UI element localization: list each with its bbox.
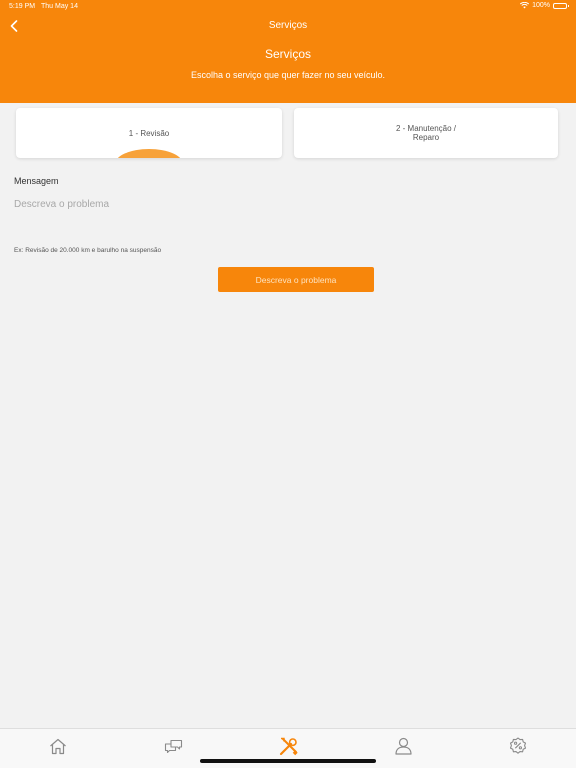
battery-icon <box>553 2 569 9</box>
service-card-manutencao[interactable]: 2 - Manutenção / Reparo <box>294 108 558 158</box>
header: 5:19 PM Thu May 14 100% Serviços Serviço… <box>0 0 576 103</box>
wifi-icon <box>520 2 530 9</box>
submit-button[interactable]: Descreva o problema <box>218 267 374 292</box>
tab-offers[interactable] <box>507 735 529 757</box>
tools-icon <box>279 737 298 755</box>
message-label: Mensagem <box>14 176 59 186</box>
service-card-revisao[interactable]: 1 - Revisão <box>16 108 282 158</box>
tab-profile[interactable] <box>392 735 414 757</box>
tab-services[interactable] <box>277 735 299 757</box>
status-time: 5:19 PM <box>9 3 36 10</box>
service-card-label: 1 - Revisão <box>128 128 170 138</box>
message-input[interactable] <box>14 196 562 212</box>
home-indicator <box>200 759 376 763</box>
hint-text: Ex: Revisão de 20.000 km e barulho na su… <box>14 247 162 254</box>
nav-title: Serviços <box>268 20 308 31</box>
discount-icon <box>509 737 527 754</box>
chat-icon <box>164 739 182 753</box>
page-subtitle: Escolha o serviço que quer fazer no seu … <box>190 70 386 80</box>
selected-indicator <box>115 149 183 158</box>
battery-level: 100% <box>532 2 550 9</box>
service-card-label: 2 - Manutenção / Reparo <box>395 124 457 142</box>
tab-home[interactable] <box>47 735 69 757</box>
status-bar: 5:19 PM Thu May 14 100% <box>0 0 576 14</box>
tab-chat[interactable] <box>162 735 184 757</box>
page-title: Serviços <box>264 47 311 61</box>
home-icon <box>50 738 66 754</box>
status-date: Thu May 14 <box>41 3 78 10</box>
status-right: 100% <box>520 2 569 9</box>
profile-icon <box>394 737 412 755</box>
